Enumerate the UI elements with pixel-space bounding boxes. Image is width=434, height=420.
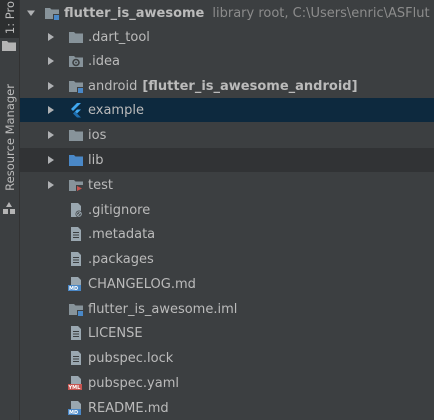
gitignore-file-icon xyxy=(68,202,84,218)
svg-text:YML: YML xyxy=(68,385,81,391)
item-label: .packages xyxy=(88,251,154,267)
item-label: lib xyxy=(88,152,104,168)
iml-file-icon xyxy=(68,301,84,317)
tree-row-license[interactable]: LICENSE xyxy=(20,321,434,345)
item-label: README.md xyxy=(88,400,169,416)
tree-row-pubspec-lock[interactable]: pubspec.lock xyxy=(20,346,434,370)
root-name: flutter_is_awesome xyxy=(64,5,205,21)
chevron-right-icon[interactable] xyxy=(46,155,56,165)
tree-row-packages[interactable]: .packages xyxy=(20,247,434,271)
project-tree: flutter_is_awesome library root, C:\User… xyxy=(20,0,434,420)
folder-icon xyxy=(2,41,16,51)
tree-row-idea[interactable]: .idea xyxy=(20,49,434,73)
item-label: .gitignore xyxy=(88,202,151,218)
item-label: .dart_tool xyxy=(88,29,150,45)
settings-folder-icon xyxy=(68,53,84,69)
chevron-right-icon[interactable] xyxy=(46,130,56,140)
chevron-right-icon[interactable] xyxy=(46,180,56,190)
text-file-icon xyxy=(68,251,84,267)
project-tool-tab[interactable]: 1: Pro xyxy=(0,0,19,38)
source-folder-icon xyxy=(68,152,84,168)
resource-manager-tab[interactable]: Resource Manager xyxy=(0,78,19,196)
folder-icon xyxy=(68,29,84,45)
chevron-right-icon[interactable] xyxy=(46,32,56,42)
module-folder-icon xyxy=(44,5,60,21)
markdown-file-icon: MD xyxy=(68,276,84,292)
tree-row-readme[interactable]: MD README.md xyxy=(20,396,434,420)
svg-text:MD: MD xyxy=(69,286,78,292)
item-label: ios xyxy=(88,127,107,143)
text-file-icon xyxy=(68,325,84,341)
tree-root-row[interactable]: flutter_is_awesome library root, C:\User… xyxy=(20,1,434,25)
tool-window-strip: 1: Pro Resource Manager xyxy=(0,0,20,420)
tree-row-metadata[interactable]: .metadata xyxy=(20,222,434,246)
tree-row-dart-tool[interactable]: .dart_tool xyxy=(20,25,434,49)
tree-row-test[interactable]: test xyxy=(20,173,434,197)
root-hint: library root, C:\Users\enric\ASFlut xyxy=(212,5,430,21)
item-label: .idea xyxy=(88,53,120,69)
item-label: test xyxy=(88,177,113,193)
item-label: .metadata xyxy=(88,226,156,242)
flutter-icon xyxy=(68,102,84,118)
item-label: android xyxy=(88,78,138,94)
tree-row-example[interactable]: example xyxy=(20,98,434,122)
tree-row-iml[interactable]: flutter_is_awesome.iml xyxy=(20,297,434,321)
chevron-right-icon[interactable] xyxy=(46,56,56,66)
item-label: pubspec.lock xyxy=(88,350,174,366)
resource-manager-tab-label: Resource Manager xyxy=(2,83,17,191)
chevron-right-icon[interactable] xyxy=(46,105,56,115)
test-folder-icon xyxy=(68,177,84,193)
chevron-right-icon[interactable] xyxy=(46,81,56,91)
tree-row-pubspec-yaml[interactable]: YML pubspec.yaml xyxy=(20,371,434,395)
project-tool-tab-label: 1: Pro xyxy=(2,0,17,34)
tree-row-lib[interactable]: lib xyxy=(20,148,434,172)
item-label: pubspec.yaml xyxy=(88,375,179,391)
folder-icon xyxy=(68,127,84,143)
item-label: LICENSE xyxy=(88,325,143,341)
resource-icon xyxy=(3,202,15,214)
tree-row-android[interactable]: android [flutter_is_awesome_android] xyxy=(20,74,434,98)
module-name: [flutter_is_awesome_android] xyxy=(142,78,358,94)
svg-text:MD: MD xyxy=(69,410,78,416)
tree-row-changelog[interactable]: MD CHANGELOG.md xyxy=(20,272,434,296)
module-folder-icon xyxy=(68,78,84,94)
markdown-file-icon: MD xyxy=(68,400,84,416)
yaml-file-icon: YML xyxy=(68,375,84,391)
tree-row-ios[interactable]: ios xyxy=(20,123,434,147)
item-label: CHANGELOG.md xyxy=(88,276,196,292)
item-label: flutter_is_awesome.iml xyxy=(88,301,238,317)
text-file-icon xyxy=(68,226,84,242)
chevron-down-icon[interactable] xyxy=(26,8,36,18)
item-label: example xyxy=(88,102,144,118)
text-file-icon xyxy=(68,350,84,366)
tree-row-gitignore[interactable]: .gitignore xyxy=(20,198,434,222)
